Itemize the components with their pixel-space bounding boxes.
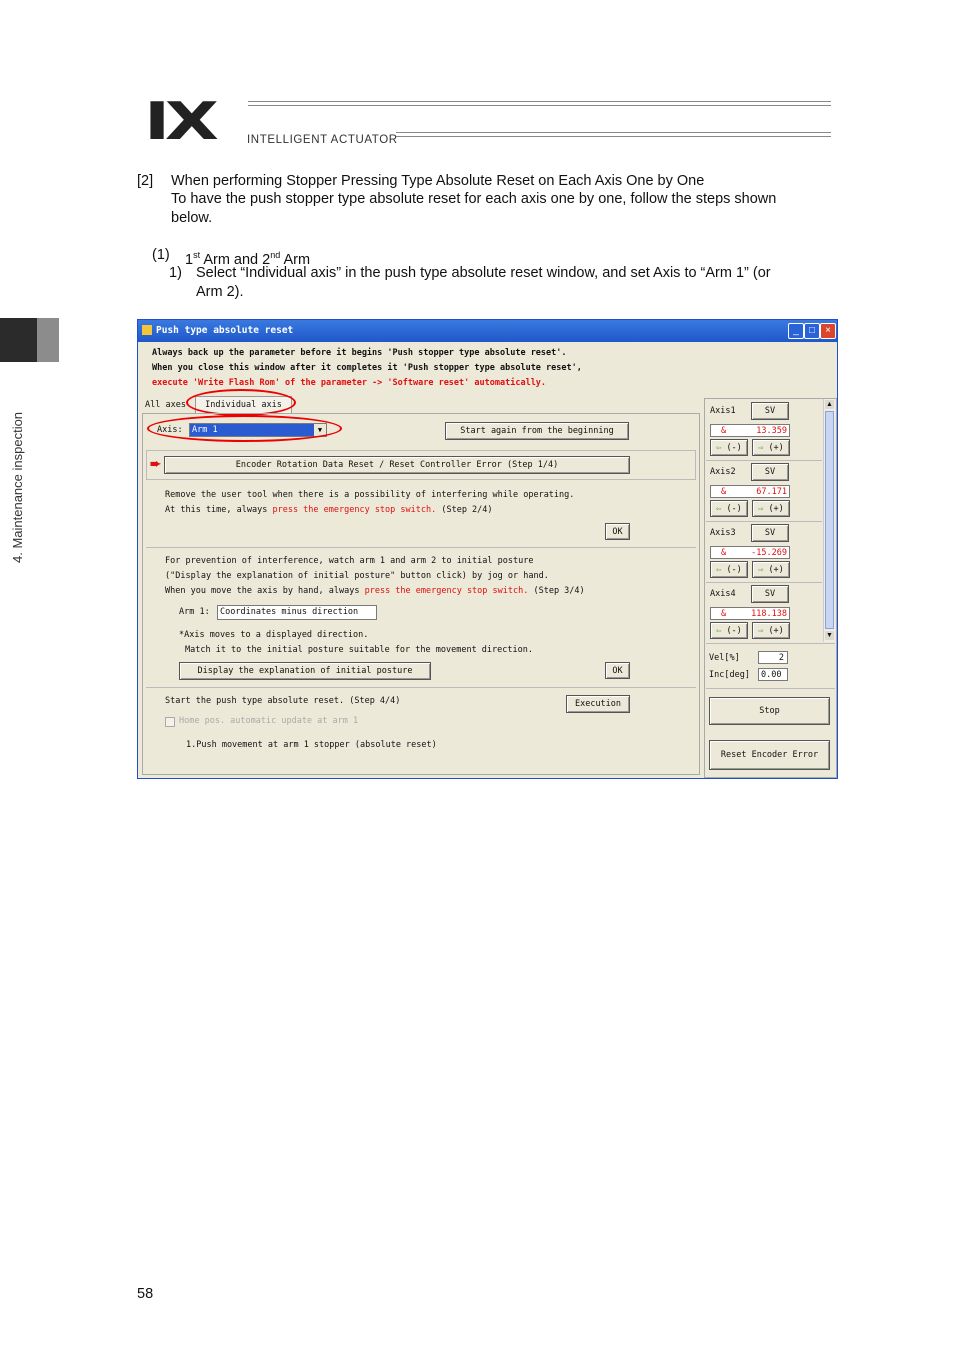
step3-line2: ("Display the explanation of initial pos… — [165, 571, 549, 581]
arrow-right-icon: ➨ — [150, 456, 161, 471]
step3-line1: For prevention of interference, watch ar… — [165, 556, 534, 566]
velocity-input[interactable]: 2 — [758, 651, 788, 664]
axis2-sv-button[interactable]: SV — [751, 463, 789, 481]
arrow-right-icon: ⇨ — [758, 443, 764, 453]
execution-button[interactable]: Execution — [566, 695, 630, 713]
divider — [146, 547, 696, 548]
title-bar: Push type absolute reset _ □ × — [138, 320, 837, 342]
step2-line1: Remove the user tool when there is a pos… — [165, 490, 575, 500]
stop-button[interactable]: Stop — [709, 697, 830, 725]
step4-text: Start the push type absolute reset. (Ste… — [165, 696, 401, 706]
increment-label: Inc[deg] — [709, 670, 750, 680]
axis3-label: Axis3 — [710, 528, 736, 538]
divider — [706, 643, 835, 644]
step-text-line1: Select “Individual axis” in the push typ… — [196, 265, 771, 281]
axis4-label: Axis4 — [710, 589, 736, 599]
step-number: 1) — [169, 265, 182, 281]
reset-encoder-error-button[interactable]: Reset Encoder Error — [709, 740, 830, 770]
step2-ok-button[interactable]: OK — [605, 523, 630, 540]
home-pos-label: Home pos. automatic update at arm 1 — [179, 716, 359, 726]
logo-subtitle: INTELLIGENT ACTUATOR — [247, 134, 398, 146]
divider — [706, 460, 822, 461]
axis3-sv-button[interactable]: SV — [751, 524, 789, 542]
arrow-right-icon: ⇨ — [758, 504, 764, 514]
app-icon — [142, 325, 152, 335]
note-line2: Match it to the initial posture suitable… — [185, 645, 533, 655]
note-line1: *Axis moves to a displayed direction. — [179, 630, 369, 640]
arrow-left-icon: ⇦ — [716, 504, 722, 514]
header-rule-bottom2 — [396, 136, 831, 137]
tab-all-axes[interactable]: All axes — [145, 400, 186, 410]
side-tab-dark — [0, 318, 37, 362]
axis1-sv-button[interactable]: SV — [751, 402, 789, 420]
step2-line2: At this time, always press the emergency… — [165, 505, 493, 515]
velocity-label: Vel[%] — [709, 653, 740, 663]
section-title: When performing Stopper Pressing Type Ab… — [171, 173, 705, 189]
scroll-down-icon[interactable]: ▼ — [825, 631, 834, 640]
arrow-right-icon: ⇨ — [758, 565, 764, 575]
arrow-left-icon: ⇦ — [716, 626, 722, 636]
axis3-jog-plus-button[interactable]: ⇨ (+) — [752, 561, 790, 578]
arm-label: Arm 1: — [179, 607, 210, 617]
header-rule-bottom — [396, 132, 831, 133]
axis2-jog-minus-button[interactable]: ⇦ (-) — [710, 500, 748, 517]
axis1-position: & 13.359 — [710, 424, 790, 437]
axis1-label: Axis1 — [710, 406, 736, 416]
warning-line-3: execute 'Write Flash Rom' of the paramet… — [152, 378, 547, 388]
push-reset-window: Push type absolute reset _ □ × Always ba… — [137, 319, 838, 779]
divider — [706, 521, 822, 522]
axis2-jog-plus-button[interactable]: ⇨ (+) — [752, 500, 790, 517]
axis1-jog-plus-button[interactable]: ⇨ (+) — [752, 439, 790, 456]
section-body-line1: To have the push stopper type absolute r… — [171, 191, 777, 207]
window-title: Push type absolute reset — [156, 325, 294, 336]
header-rule-top — [248, 101, 831, 102]
arrow-left-icon: ⇦ — [716, 565, 722, 575]
encoder-reset-button[interactable]: Encoder Rotation Data Reset / Reset Cont… — [164, 456, 630, 474]
highlight-ellipse-tab — [186, 389, 296, 416]
close-icon[interactable]: × — [820, 323, 836, 339]
divider — [706, 688, 835, 689]
step-text-line2: Arm 2). — [196, 284, 244, 300]
push-movement-text: 1.Push movement at arm 1 stopper (absolu… — [186, 740, 437, 750]
step3-line3: When you move the axis by hand, always p… — [165, 586, 585, 596]
start-again-button[interactable]: Start again from the beginning — [445, 422, 629, 440]
page-number: 58 — [137, 1286, 154, 1302]
axis4-jog-plus-button[interactable]: ⇨ (+) — [752, 622, 790, 639]
chapter-label: 4. Maintenance inspection — [10, 411, 25, 563]
section-body-line2: below. — [171, 210, 213, 226]
maximize-icon[interactable]: □ — [804, 323, 820, 339]
highlight-ellipse-axis — [147, 415, 342, 442]
subsection-number: (1) — [152, 247, 170, 263]
axis3-jog-minus-button[interactable]: ⇦ (-) — [710, 561, 748, 578]
section-number: [2] — [137, 173, 154, 189]
arrow-right-icon: ⇨ — [758, 626, 764, 636]
warning-line-1: Always back up the parameter before it b… — [152, 348, 567, 358]
minimize-icon[interactable]: _ — [788, 323, 804, 339]
axis2-label: Axis2 — [710, 467, 736, 477]
axis1-jog-minus-button[interactable]: ⇦ (-) — [710, 439, 748, 456]
display-explanation-button[interactable]: Display the explanation of initial postu… — [179, 662, 431, 680]
arrow-left-icon: ⇦ — [716, 443, 722, 453]
arm-direction-field: Coordinates minus direction — [217, 605, 377, 620]
axis4-sv-button[interactable]: SV — [751, 585, 789, 603]
axis4-position: & 118.138 — [710, 607, 790, 620]
divider — [706, 582, 822, 583]
scroll-up-icon[interactable]: ▲ — [825, 400, 834, 409]
axis-scrollbar[interactable]: ▲ ▼ — [823, 399, 835, 642]
step3-ok-button[interactable]: OK — [605, 662, 630, 679]
side-tab-grey — [37, 318, 59, 362]
axis2-position: & 67.171 — [710, 485, 790, 498]
company-logo: IX — [144, 92, 219, 152]
axis3-position: & -15.269 — [710, 546, 790, 559]
home-pos-checkbox[interactable] — [165, 717, 175, 727]
header-rule-top2 — [248, 105, 831, 106]
scroll-thumb[interactable] — [825, 411, 834, 629]
increment-input[interactable]: 0.00 — [758, 668, 788, 681]
warning-line-2: When you close this window after it comp… — [152, 363, 582, 373]
divider — [146, 687, 696, 688]
axis4-jog-minus-button[interactable]: ⇦ (-) — [710, 622, 748, 639]
